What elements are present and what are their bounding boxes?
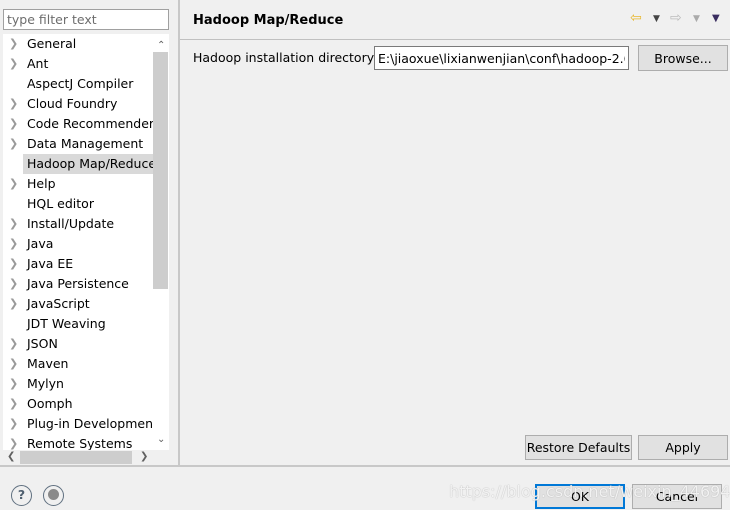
- tree-item[interactable]: ❯ Help: [3, 174, 153, 194]
- tree-item[interactable]: ❯ Mylyn: [3, 374, 153, 394]
- chevron-down-icon[interactable]: ▼: [653, 14, 660, 24]
- chevron-right-icon[interactable]: ❯: [9, 234, 18, 254]
- apply-button[interactable]: Apply: [638, 435, 728, 460]
- tree-item-label: Cloud Foundry: [27, 96, 118, 111]
- cancel-button[interactable]: Cancel: [632, 484, 722, 509]
- chevron-right-icon[interactable]: ❯: [9, 134, 18, 154]
- tree-item[interactable]: AspectJ Compiler: [3, 74, 153, 94]
- tree-item[interactable]: ❯ Java Persistence: [3, 274, 153, 294]
- filter-input[interactable]: [3, 9, 169, 30]
- tree-item-label: Hadoop Map/Reduce: [27, 156, 153, 171]
- tree-item[interactable]: ❯ Cloud Foundry: [3, 94, 153, 114]
- tree-item[interactable]: HQL editor: [3, 194, 153, 214]
- scroll-up-icon[interactable]: ⌃: [157, 40, 165, 51]
- tree-vertical-scroll-thumb[interactable]: [153, 52, 168, 289]
- scroll-down-icon[interactable]: ⌄: [157, 434, 165, 445]
- chevron-right-icon[interactable]: ❯: [9, 294, 18, 314]
- tree-item-label: Java Persistence: [27, 276, 129, 291]
- tree-item[interactable]: JDT Weaving: [3, 314, 153, 334]
- tree-item[interactable]: ❯ Data Management: [3, 134, 153, 154]
- tree-item[interactable]: ❯ Java: [3, 234, 153, 254]
- tree-item-label: Data Management: [27, 136, 144, 151]
- tree-item-label: Oomph: [27, 396, 73, 411]
- page-title: Hadoop Map/Reduce: [193, 13, 344, 28]
- footer-divider: [0, 465, 730, 467]
- restore-defaults-button[interactable]: Restore Defaults: [525, 435, 632, 460]
- tree-item[interactable]: ❯ Oomph: [3, 394, 153, 414]
- tree-item-label: AspectJ Compiler: [27, 76, 134, 91]
- tree-item[interactable]: ❯ Java EE: [3, 254, 153, 274]
- chevron-right-icon[interactable]: ❯: [9, 354, 18, 374]
- arrow-right-icon[interactable]: ⇨: [670, 10, 682, 26]
- chevron-right-icon[interactable]: ❯: [9, 174, 18, 194]
- scroll-left-icon[interactable]: ❮: [7, 451, 15, 462]
- tree-item[interactable]: ❯ Code Recommenders: [3, 114, 153, 134]
- scroll-right-icon[interactable]: ❯: [140, 451, 148, 462]
- tree-item[interactable]: ❯ Install/Update: [3, 214, 153, 234]
- tree-horizontal-scroll-thumb[interactable]: [20, 451, 132, 464]
- tree-item-label: Java EE: [27, 256, 74, 271]
- browse-button[interactable]: Browse...: [638, 45, 728, 71]
- tree-item-label: Mylyn: [27, 376, 64, 391]
- tree-item-label: Help: [27, 176, 56, 191]
- chevron-right-icon[interactable]: ❯: [9, 374, 18, 394]
- installation-directory-label: Hadoop installation directory:: [193, 50, 378, 65]
- chevron-right-icon[interactable]: ❯: [9, 34, 18, 54]
- chevron-down-icon[interactable]: ▼: [693, 14, 700, 24]
- chevron-right-icon[interactable]: ❯: [9, 274, 18, 294]
- tree-item[interactable]: Hadoop Map/Reduce: [23, 154, 153, 174]
- chevron-right-icon[interactable]: ❯: [9, 394, 18, 414]
- tree-item[interactable]: ❯ JSON: [3, 334, 153, 354]
- arrow-left-icon[interactable]: ⇦: [630, 10, 642, 26]
- tree-item-label: General: [27, 36, 77, 51]
- chevron-right-icon[interactable]: ❯: [9, 434, 18, 450]
- tree-item[interactable]: ❯ General: [3, 34, 153, 54]
- tree-item-label: Maven: [27, 356, 69, 371]
- record-icon[interactable]: [43, 485, 64, 506]
- tree-item-label: Java: [27, 236, 54, 251]
- pane-divider[interactable]: [178, 0, 180, 466]
- chevron-right-icon[interactable]: ❯: [9, 414, 18, 434]
- tree-item-label: JSON: [27, 336, 58, 351]
- chevron-right-icon[interactable]: ❯: [9, 334, 18, 354]
- chevron-right-icon[interactable]: ❯: [9, 114, 18, 134]
- tree-item-label: Ant: [27, 56, 49, 71]
- tree-item[interactable]: ❯ Ant: [3, 54, 153, 74]
- ok-button[interactable]: OK: [535, 484, 625, 509]
- tree-item[interactable]: ❯ Plug-in Development: [3, 414, 153, 434]
- tree-item-label: Remote Systems: [27, 436, 133, 450]
- view-menu-icon[interactable]: ▼: [712, 13, 720, 24]
- tree-item[interactable]: ❯ JavaScript: [3, 294, 153, 314]
- tree-item-label: Code Recommenders: [27, 116, 153, 131]
- tree-item-label: Install/Update: [27, 216, 115, 231]
- tree-item[interactable]: ❯ Remote Systems: [3, 434, 153, 450]
- installation-directory-input[interactable]: [374, 46, 629, 70]
- chevron-right-icon[interactable]: ❯: [9, 254, 18, 274]
- tree-item-label: Plug-in Development: [27, 416, 153, 431]
- chevron-right-icon[interactable]: ❯: [9, 214, 18, 234]
- tree-item-label: HQL editor: [27, 196, 94, 211]
- chevron-right-icon[interactable]: ❯: [9, 94, 18, 114]
- tree-item-label: JavaScript: [27, 296, 90, 311]
- tree-item[interactable]: ❯ Maven: [3, 354, 153, 374]
- help-icon[interactable]: ?: [11, 485, 32, 506]
- chevron-right-icon[interactable]: ❯: [9, 54, 18, 74]
- title-divider: [180, 39, 730, 40]
- preferences-tree[interactable]: ❯ General ❯ Ant AspectJ Compiler ❯ Cloud Found…: [3, 34, 153, 450]
- tree-item-label: JDT Weaving: [27, 316, 106, 331]
